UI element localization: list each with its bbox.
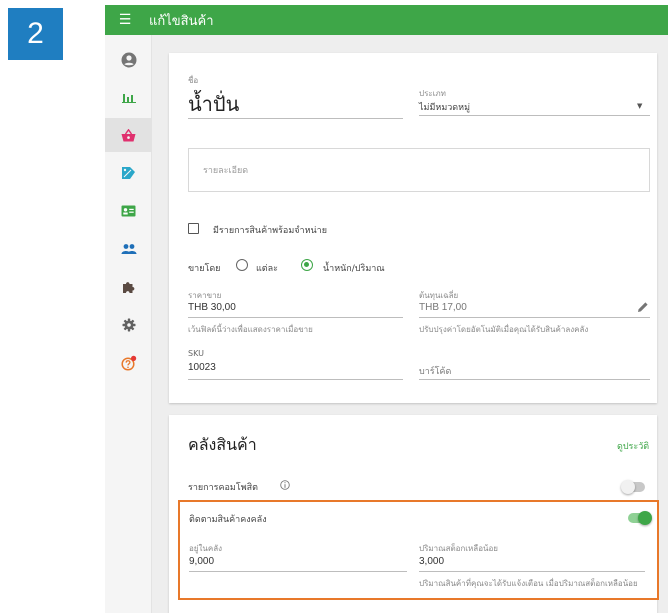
sidebar-item-reports[interactable]	[105, 80, 152, 114]
bar-chart-icon	[121, 94, 136, 103]
product-details-card: ชื่อ น้ำปั่น ประเภท ไม่มีหมวดหมู่ ▼ รายล…	[169, 53, 657, 403]
step-number-badge: 2	[8, 8, 63, 60]
sell-by-each-label: แต่ละ	[256, 264, 278, 274]
receipt-discount-icon	[122, 167, 135, 179]
inventory-title: คลังสินค้า	[188, 435, 257, 454]
category-label: ประเภท	[419, 89, 446, 98]
cost-hint: ปรับปรุงค่าโดยอัตโนมัติเมื่อคุณได้รับสิน…	[419, 325, 589, 334]
hamburger-menu-icon[interactable]: ☰	[111, 12, 139, 28]
variants-checkbox[interactable]	[188, 223, 199, 234]
sidebar-item-employees[interactable]	[105, 232, 152, 266]
sidebar-item-customers[interactable]	[105, 194, 152, 228]
edit-pencil-icon[interactable]	[637, 301, 649, 313]
cost-label: ต้นทุนเฉลี่ย	[419, 291, 459, 300]
barcode-underline	[419, 379, 650, 380]
name-input[interactable]: น้ำปั่น	[188, 88, 239, 120]
variants-label: มีรายการสินค้าพร้อมจำหน่าย	[213, 226, 327, 236]
composite-label: รายการคอมโพสิต	[188, 483, 258, 493]
help-notification-icon	[120, 355, 136, 371]
sidebar-nav	[105, 35, 152, 613]
composite-toggle[interactable]	[621, 480, 645, 494]
sidebar-item-integrations[interactable]	[105, 270, 152, 304]
contact-card-icon	[121, 205, 136, 217]
sidebar-item-settings[interactable]	[105, 308, 152, 342]
puzzle-icon	[122, 282, 134, 293]
sku-label: SKU	[188, 349, 204, 358]
price-input[interactable]: THB 30,00	[188, 302, 236, 313]
sidebar-item-account[interactable]	[105, 43, 152, 77]
sku-input[interactable]: 10023	[188, 362, 216, 373]
price-hint: เว้นฟิลด์นี้ว่างเพื่อแสดงราคาเมื่อขาย	[188, 325, 313, 334]
people-icon	[121, 244, 136, 254]
category-select[interactable]: ไม่มีหมวดหมู่	[419, 100, 470, 114]
top-app-bar: ☰ แก้ไขสินค้า	[105, 5, 668, 35]
sidebar-item-discounts[interactable]	[105, 156, 152, 190]
sku-underline	[188, 379, 403, 380]
barcode-input[interactable]: บาร์โค้ด	[419, 364, 451, 378]
category-underline	[419, 115, 650, 116]
settings-gear-icon	[122, 318, 135, 332]
sell-by-weight-radio[interactable]	[301, 259, 313, 271]
shopping-basket-icon	[121, 128, 136, 141]
track-stock-highlight-frame	[178, 500, 659, 600]
price-underline	[188, 317, 403, 318]
sidebar-item-help[interactable]	[105, 346, 152, 380]
description-textarea[interactable]: รายละเอียด	[188, 148, 650, 192]
account-circle-icon	[121, 52, 136, 68]
chevron-down-icon[interactable]: ▼	[637, 102, 642, 110]
cost-input[interactable]: THB 17,00	[419, 302, 467, 313]
info-icon[interactable]	[280, 480, 290, 490]
sidebar-item-items[interactable]	[105, 118, 152, 152]
view-history-link[interactable]: ดูประวัติ	[617, 439, 649, 453]
cost-underline	[419, 317, 650, 318]
sell-by-weight-label: น้ำหนัก/ปริมาณ	[323, 264, 385, 274]
sell-by-label: ขายโดย	[188, 264, 221, 274]
price-label: ราคาขาย	[188, 291, 222, 300]
name-label: ชื่อ	[188, 76, 199, 85]
page-title: แก้ไขสินค้า	[149, 13, 214, 29]
sell-by-each-radio[interactable]	[236, 259, 248, 271]
description-placeholder: รายละเอียด	[203, 166, 249, 176]
name-underline	[188, 118, 403, 119]
